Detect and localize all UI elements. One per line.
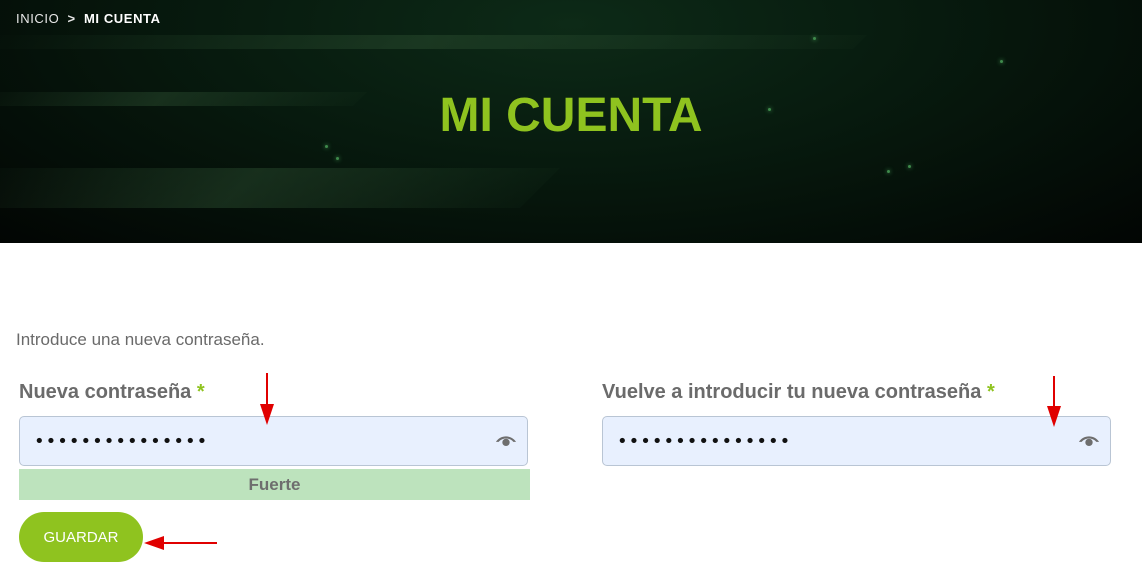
new-password-label-text: Nueva contraseña: [19, 381, 192, 403]
hero-decor-dot: [908, 165, 911, 168]
eye-icon[interactable]: [1078, 432, 1100, 450]
required-asterisk: *: [196, 381, 205, 403]
required-asterisk: *: [986, 381, 995, 403]
confirm-password-label-text: Vuelve a introducir tu nueva contraseña: [602, 381, 982, 403]
save-button[interactable]: GUARDAR: [19, 512, 143, 562]
page-hero: INICIO > MI CUENTA MI CUENTA: [0, 0, 1142, 243]
hero-decor-dot: [336, 157, 339, 160]
hero-decor-stripe: [0, 35, 867, 49]
eye-icon[interactable]: [495, 432, 517, 450]
breadcrumb-home-link[interactable]: INICIO: [16, 11, 59, 26]
new-password-field: [19, 416, 528, 466]
breadcrumb: INICIO > MI CUENTA: [16, 11, 161, 26]
breadcrumb-separator: >: [67, 11, 76, 26]
annotation-arrow: [144, 536, 217, 550]
hero-decor-dot: [1000, 60, 1003, 63]
new-password-label: Nueva contraseña *: [19, 381, 205, 404]
hero-decor-dot: [813, 37, 816, 40]
breadcrumb-current: MI CUENTA: [83, 11, 161, 26]
confirm-password-field: [602, 416, 1111, 466]
confirm-password-label: Vuelve a introducir tu nueva contraseña …: [602, 381, 995, 404]
hero-decor-dot: [325, 145, 328, 148]
confirm-password-input[interactable]: [603, 417, 1063, 465]
page-title: MI CUENTA: [439, 89, 703, 142]
form-instructions: Introduce una nueva contraseña.: [16, 330, 265, 349]
hero-decor-dot: [887, 170, 890, 173]
password-strength-meter: Fuerte: [19, 469, 530, 500]
hero-decor-stripe: [0, 168, 560, 208]
new-password-input[interactable]: [20, 417, 480, 465]
